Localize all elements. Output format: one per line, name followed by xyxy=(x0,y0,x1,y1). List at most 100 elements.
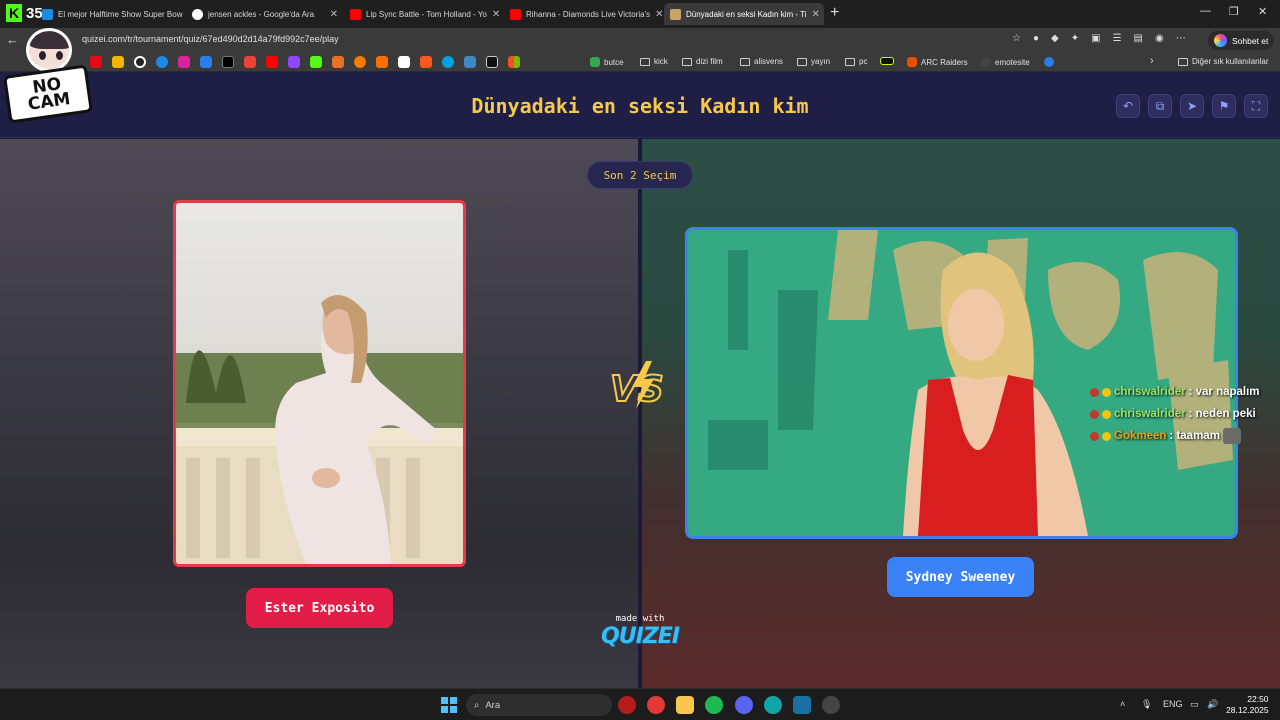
url-field[interactable]: quizei.com/tr/tournament/quiz/67ed490d2d… xyxy=(82,34,339,44)
favorites-icon[interactable]: ☰ xyxy=(1113,33,1122,44)
microphone-icon[interactable]: 🎙 xyxy=(1141,699,1152,710)
discord-icon[interactable] xyxy=(735,696,753,714)
extension-icon[interactable]: ◆ xyxy=(1051,33,1059,44)
bookmark-icon xyxy=(1044,57,1054,67)
choose-right-button[interactable]: Sydney Sweeney xyxy=(887,557,1034,597)
bookmark-folder[interactable]: pc xyxy=(845,57,867,66)
bookmark-folder[interactable]: alisvens xyxy=(740,57,783,66)
fullscreen-button[interactable]: ⛶ xyxy=(1244,94,1268,118)
app-icon[interactable] xyxy=(793,696,811,714)
bookmark-icon[interactable] xyxy=(420,56,432,68)
bookmark-item[interactable] xyxy=(880,57,894,65)
bookmark-item[interactable]: butce xyxy=(590,57,624,67)
chat-username: chriswalrider xyxy=(1114,386,1186,398)
browser-tab[interactable]: jensen ackles - Google'da Ara ✕ xyxy=(186,3,344,25)
copilot-chat-button[interactable]: Sohbet et xyxy=(1208,31,1275,50)
bookmark-icon[interactable] xyxy=(156,56,168,68)
system-clock[interactable]: 22:50 28.12.2025 xyxy=(1226,694,1269,716)
bookmark-folder[interactable]: dizi film xyxy=(682,57,723,66)
close-tab-icon[interactable]: ✕ xyxy=(812,9,820,20)
bookmark-icon[interactable] xyxy=(398,56,410,68)
file-explorer-icon[interactable] xyxy=(676,696,694,714)
close-tab-icon[interactable]: ✕ xyxy=(492,9,500,20)
bookmark-folder[interactable]: yayın xyxy=(797,57,830,66)
more-bookmarks-chevron-icon[interactable]: › xyxy=(1150,55,1154,67)
browser-tab[interactable]: Rihanna - Diamonds Live Victoria's ✕ xyxy=(504,3,664,25)
folder-icon xyxy=(682,57,692,66)
split-screen-icon[interactable]: ▣ xyxy=(1091,33,1100,44)
kick-icon[interactable] xyxy=(310,56,322,68)
network-icon[interactable]: ▭ xyxy=(1190,699,1199,710)
close-tab-icon[interactable]: ✕ xyxy=(655,9,663,20)
send-button[interactable]: ➤ xyxy=(1180,94,1204,118)
browser-tab[interactable]: Lip Sync Battle - Tom Holland - Yo ✕ xyxy=(344,3,504,25)
address-bar: ← quizei.com/tr/tournament/quiz/67ed490d… xyxy=(0,28,1280,52)
bookmark-item[interactable] xyxy=(1044,57,1054,67)
instagram-icon[interactable] xyxy=(178,56,190,68)
gmail-icon[interactable] xyxy=(244,56,256,68)
chat-text: : var napalım xyxy=(1188,386,1260,398)
maximize-button[interactable]: ❐ xyxy=(1229,5,1239,18)
profile-avatar-icon[interactable]: ◉ xyxy=(1155,33,1164,44)
close-window-button[interactable]: ✕ xyxy=(1258,5,1267,18)
chat-text: : taamam xyxy=(1169,430,1220,442)
address-bar-icons: ☆ ● ◆ ✦ ▣ ☰ ▤ ◉ ⋯ xyxy=(1012,33,1186,44)
bookmark-label: yayın xyxy=(811,57,831,66)
undo-button[interactable]: ↶ xyxy=(1116,94,1140,118)
favorite-star-icon[interactable]: ☆ xyxy=(1012,33,1021,44)
new-tab-button[interactable]: + xyxy=(830,4,839,22)
bookmark-icon[interactable] xyxy=(200,56,212,68)
more-menu-icon[interactable]: ⋯ xyxy=(1176,33,1186,44)
taskbar-search[interactable]: ⌕ Ara xyxy=(466,694,612,716)
minimize-button[interactable]: — xyxy=(1200,5,1211,17)
edge-icon[interactable] xyxy=(764,696,782,714)
extensions-puzzle-icon[interactable]: ✦ xyxy=(1071,33,1079,44)
browser-tab-active[interactable]: Dünyadaki en seksi Kadın kim - Ti ✕ xyxy=(664,3,824,25)
choose-left-button[interactable]: Ester Exposito xyxy=(246,588,393,628)
extension-icon[interactable]: ● xyxy=(1033,33,1039,44)
bookmark-icon[interactable] xyxy=(442,56,454,68)
youtube-icon[interactable] xyxy=(266,56,278,68)
x-icon[interactable] xyxy=(222,56,234,68)
bookmark-icon[interactable] xyxy=(134,56,146,68)
windows-start-icon[interactable] xyxy=(441,697,457,713)
drive-icon[interactable] xyxy=(112,56,124,68)
anime-face-icon xyxy=(26,28,72,72)
spotify-icon[interactable] xyxy=(705,696,723,714)
chat-message: Gokmeen : taamam xyxy=(1090,425,1260,447)
language-indicator[interactable]: ENG xyxy=(1163,699,1183,709)
bookmark-folder[interactable]: kick xyxy=(640,57,668,66)
quiz-page: Dünyadaki en seksi Kadın kim ↶ ⧉ ➤ ⚑ ⛶ S… xyxy=(0,72,1280,688)
other-bookmarks-folder[interactable]: Diğer sık kullanılanlar xyxy=(1178,57,1268,66)
made-with-quizei[interactable]: made with QUIZEI xyxy=(600,614,680,649)
bookmark-icon[interactable] xyxy=(376,56,388,68)
left-option-image[interactable] xyxy=(173,200,466,567)
folder-icon xyxy=(797,57,807,66)
microsoft-icon[interactable] xyxy=(508,56,520,68)
close-tab-icon[interactable]: ✕ xyxy=(330,9,338,20)
arc-raiders-icon xyxy=(907,57,917,67)
collections-icon[interactable]: ▤ xyxy=(1134,33,1143,44)
app-icon[interactable] xyxy=(647,696,665,714)
copilot-label: Sohbet et xyxy=(1232,35,1269,46)
tab-title: Dünyadaki en seksi Kadın kim - Ti xyxy=(686,9,807,19)
sheets-icon xyxy=(590,57,600,67)
bookmark-icon[interactable] xyxy=(464,56,476,68)
app-icon[interactable] xyxy=(822,696,840,714)
browser-tab[interactable]: El mejor Halftime Show Super Bow ✕ xyxy=(36,3,186,25)
volume-icon[interactable]: 🔊 xyxy=(1207,699,1218,710)
twitch-icon[interactable] xyxy=(288,56,300,68)
bookmark-icon[interactable] xyxy=(486,56,498,68)
share-button[interactable]: ⧉ xyxy=(1148,94,1172,118)
emotesite-icon xyxy=(981,57,991,67)
report-button[interactable]: ⚑ xyxy=(1212,94,1236,118)
app-icon[interactable] xyxy=(618,696,636,714)
bookmark-icon-row xyxy=(90,56,520,68)
bookmark-item[interactable]: ARC Raiders xyxy=(907,57,968,67)
copilot-icon xyxy=(1214,34,1227,47)
bookmark-icon[interactable] xyxy=(354,56,366,68)
bookmark-icon[interactable] xyxy=(332,56,344,68)
tray-chevron-icon[interactable]: ˄ xyxy=(1120,699,1125,709)
bookmark-item[interactable]: emotesite xyxy=(981,57,1030,67)
bookmark-label: alisvens xyxy=(754,57,783,66)
